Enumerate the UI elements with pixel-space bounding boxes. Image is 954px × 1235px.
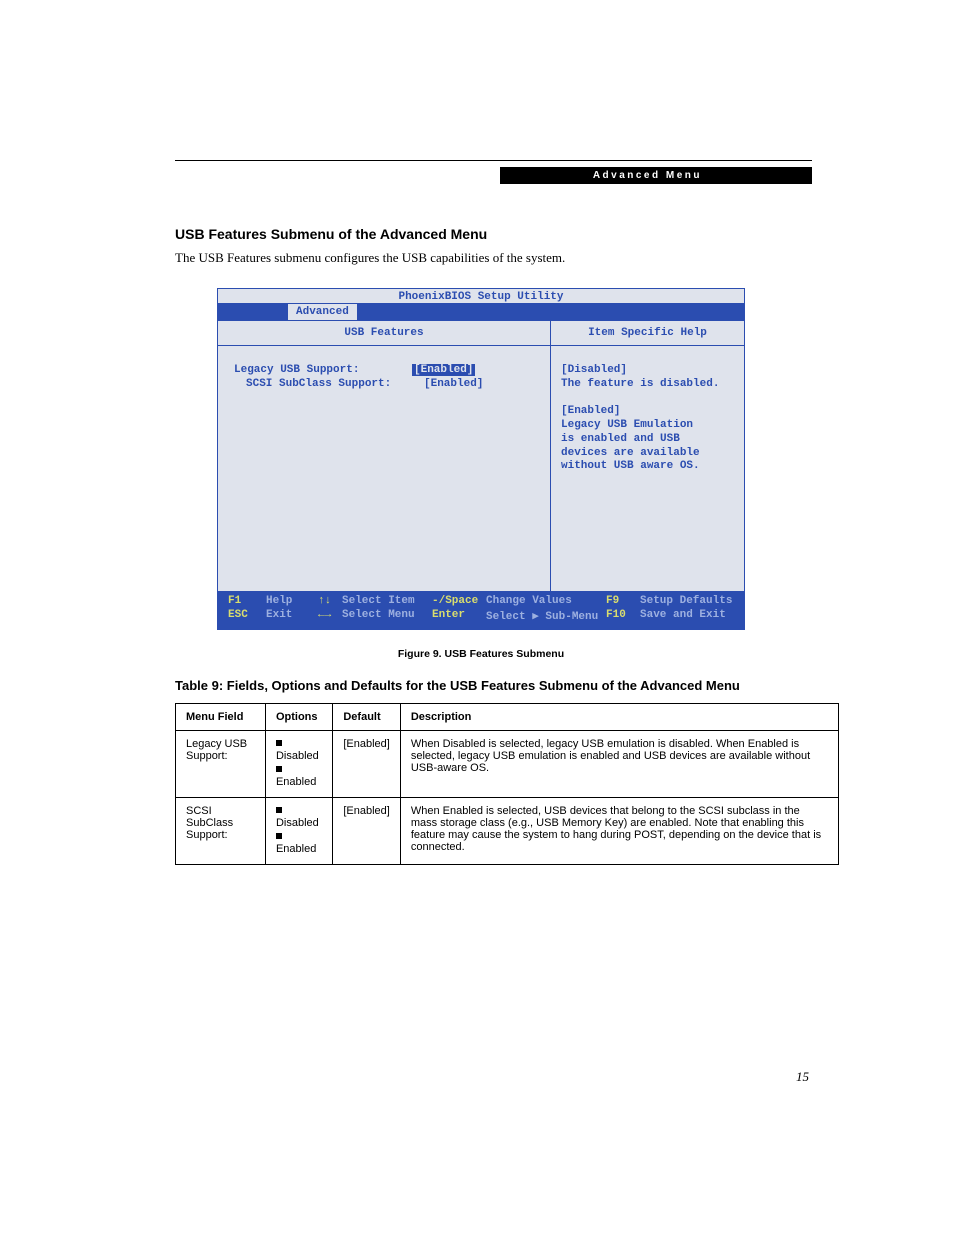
bios-left-panel: USB Features Legacy USB Support:[Enabled…: [218, 321, 551, 591]
bios-key-enter: Enter: [432, 609, 486, 623]
bios-label-exit: Exit: [266, 609, 318, 623]
table-row: Legacy USB Support:DisabledEnabled[Enabl…: [176, 731, 839, 798]
table-cell-field: SCSI SubClass Support:: [176, 798, 266, 865]
table-cell-default: [Enabled]: [333, 731, 400, 798]
header-rule: [175, 160, 812, 161]
intro-paragraph: The USB Features submenu configures the …: [175, 250, 812, 266]
table-header-cell: Description: [400, 704, 838, 731]
table-header-cell: Menu Field: [176, 704, 266, 731]
bullet-icon: [276, 740, 282, 746]
bullet-icon: [276, 766, 282, 772]
bios-option-value: [Enabled]: [412, 364, 475, 376]
table-cell-field: Legacy USB Support:: [176, 731, 266, 798]
bios-right-panel: Item Specific Help [Disabled] The featur…: [551, 321, 744, 591]
bios-left-header: USB Features: [218, 321, 550, 346]
bios-option-label: Legacy USB Support:: [234, 364, 412, 376]
bios-key-space: -/Space: [432, 595, 486, 607]
bios-screenshot: PhoenixBIOS Setup Utility Advanced USB F…: [217, 288, 745, 630]
section-heading: USB Features Submenu of the Advanced Men…: [175, 226, 812, 242]
bios-key-f1: F1: [228, 595, 266, 607]
bios-footer: F1 Help ↑↓ Select Item -/Space Change Va…: [218, 591, 744, 629]
table-row: SCSI SubClass Support:DisabledEnabled[En…: [176, 798, 839, 865]
table-cell-description: When Disabled is selected, legacy USB em…: [400, 731, 838, 798]
table-title: Table 9: Fields, Options and Defaults fo…: [175, 678, 812, 693]
options-table: Menu FieldOptionsDefaultDescription Lega…: [175, 703, 839, 865]
bios-option-row: Legacy USB Support:[Enabled]: [234, 364, 540, 376]
page-number: 15: [796, 1069, 809, 1085]
figure-caption: Figure 9. USB Features Submenu: [217, 648, 745, 660]
bios-label-save-exit: Save and Exit: [640, 609, 734, 623]
bios-key-f9: F9: [606, 595, 640, 607]
bios-label-select-menu: Select Menu: [342, 609, 432, 623]
bios-option-value: [Enabled]: [424, 378, 483, 390]
bios-label-setup-defaults: Setup Defaults: [640, 595, 734, 607]
bios-label-help: Help: [266, 595, 318, 607]
section-banner: Advanced Menu: [500, 167, 812, 184]
bios-menubar: Advanced: [218, 303, 744, 321]
table-header-cell: Options: [265, 704, 332, 731]
table-cell-default: [Enabled]: [333, 798, 400, 865]
table-cell-options: DisabledEnabled: [265, 731, 332, 798]
table-cell-options: DisabledEnabled: [265, 798, 332, 865]
bios-menubar-active-tab: Advanced: [288, 304, 357, 320]
bios-updown-icon: ↑↓: [318, 595, 342, 607]
bios-key-f10: F10: [606, 609, 640, 623]
bios-label-select-submenu: Select ▶ Sub-Menu: [486, 609, 606, 623]
bios-option-label: SCSI SubClass Support:: [234, 378, 424, 390]
bullet-icon: [276, 833, 282, 839]
bios-label-select-item: Select Item: [342, 595, 432, 607]
bios-label-change-values: Change Values: [486, 595, 606, 607]
table-cell-description: When Enabled is selected, USB devices th…: [400, 798, 838, 865]
bullet-icon: [276, 807, 282, 813]
bios-key-esc: ESC: [228, 609, 266, 623]
bios-option-row: SCSI SubClass Support:[Enabled]: [234, 378, 540, 390]
table-header-cell: Default: [333, 704, 400, 731]
bios-leftright-icon: ←→: [318, 609, 342, 623]
bios-right-header: Item Specific Help: [551, 321, 744, 346]
bios-title: PhoenixBIOS Setup Utility: [218, 289, 744, 303]
bios-help-text: [Disabled] The feature is disabled. [Ena…: [551, 346, 744, 484]
